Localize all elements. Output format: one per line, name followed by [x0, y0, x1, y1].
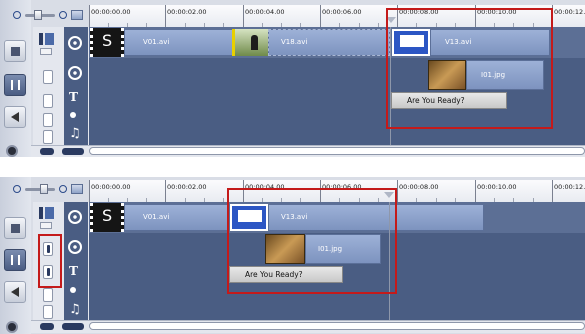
zoom-slider-thumb[interactable]	[40, 184, 48, 194]
ruler-label: 00:00:12.0	[554, 8, 585, 16]
audio-view-button[interactable]	[4, 281, 26, 303]
microphone-icon[interactable]	[70, 287, 76, 293]
audio-view-button[interactable]	[4, 106, 26, 128]
film-reel-icon[interactable]	[68, 36, 82, 50]
scroll-left-icon[interactable]	[40, 323, 54, 330]
music-note-icon[interactable]: ♫	[69, 303, 81, 317]
music-track-toggle[interactable]	[43, 130, 53, 144]
timeline-view-button[interactable]	[4, 74, 26, 96]
overlay-reel-icon[interactable]	[68, 66, 82, 80]
start-thumbnail[interactable]: S	[90, 203, 124, 232]
ripple-dropdown[interactable]	[40, 222, 52, 229]
voice-track-toggle[interactable]	[43, 288, 53, 302]
cd-icon[interactable]	[62, 148, 84, 155]
ripple-edit-icon[interactable]	[39, 207, 54, 219]
film-reel-icon[interactable]	[68, 210, 82, 224]
gear-icon[interactable]	[6, 145, 18, 157]
zoom-out-icon[interactable]	[13, 185, 21, 193]
ruler-label: 00:00:00.00	[91, 183, 131, 191]
clip-name: V01.avi	[143, 38, 170, 46]
ruler-label: 00:00:02.00	[167, 8, 207, 16]
voice-track-toggle[interactable]	[43, 113, 53, 127]
title-track-toggle[interactable]	[43, 94, 53, 108]
ripple-dropdown[interactable]	[40, 48, 52, 55]
horizontal-scrollbar[interactable]	[89, 147, 585, 155]
fit-to-window-icon[interactable]	[71, 184, 83, 194]
storyboard-view-icon	[11, 224, 20, 233]
storyboard-view-button[interactable]	[4, 217, 26, 239]
timeline-panel-bottom: 00:00:00.00 00:00:02.00 00:00:04.00 00:0…	[0, 177, 585, 334]
timeline-panel-top: 00:00:00.00 00:00:02.00 00:00:04.00 00:0…	[0, 0, 585, 157]
zoom-out-icon[interactable]	[13, 11, 21, 19]
ruler-label: 00:00:12.0	[554, 183, 585, 191]
video-clip[interactable]: V01.avi	[124, 204, 230, 231]
zoom-in-icon[interactable]	[59, 185, 67, 193]
microphone-icon[interactable]	[70, 112, 76, 118]
title-t-icon[interactable]: T	[69, 90, 78, 104]
fit-to-window-icon[interactable]	[71, 10, 83, 20]
overlay-track-toggle[interactable]	[43, 70, 53, 84]
clip-selection-outline	[268, 29, 390, 56]
zoom-slider-thumb[interactable]	[34, 10, 42, 20]
highlight-box	[386, 8, 553, 129]
audio-view-icon	[11, 112, 19, 122]
ruler-label: 00:00:00.00	[91, 8, 131, 16]
title-t-icon[interactable]: T	[69, 264, 78, 278]
music-note-icon[interactable]: ♫	[69, 127, 81, 141]
scroll-left-icon[interactable]	[40, 148, 54, 155]
figure-icon	[251, 35, 258, 50]
music-track[interactable]	[89, 126, 585, 146]
highlight-box	[38, 234, 62, 288]
storyboard-view-button[interactable]	[4, 40, 26, 62]
storyboard-view-icon	[11, 47, 20, 56]
ruler-label: 00:00:10.00	[477, 183, 517, 191]
music-track-toggle[interactable]	[43, 305, 53, 319]
cd-icon[interactable]	[62, 323, 84, 330]
video-clip[interactable]: V01.avi	[124, 29, 234, 56]
clip-name: V01.avi	[143, 213, 170, 221]
clip-thumbnail[interactable]	[232, 29, 268, 56]
horizontal-scrollbar[interactable]	[89, 322, 585, 330]
start-label: S	[102, 206, 113, 225]
start-thumbnail[interactable]: S	[90, 28, 124, 57]
music-track[interactable]	[89, 301, 585, 321]
ruler-label: 00:00:04.00	[245, 8, 285, 16]
ruler-label: 00:00:06.00	[322, 8, 362, 16]
overlay-reel-icon[interactable]	[68, 240, 82, 254]
start-label: S	[102, 31, 113, 50]
timeline-view-icon	[11, 80, 20, 90]
audio-view-icon	[11, 287, 19, 297]
gear-icon[interactable]	[6, 321, 18, 333]
ruler-label: 00:00:08.00	[399, 183, 439, 191]
highlight-box	[227, 188, 397, 294]
timeline-view-icon	[11, 255, 20, 265]
zoom-in-icon[interactable]	[59, 11, 67, 19]
ruler-label: 00:00:02.00	[167, 183, 207, 191]
timeline-view-button[interactable]	[4, 249, 26, 271]
ripple-edit-icon[interactable]	[39, 33, 54, 45]
